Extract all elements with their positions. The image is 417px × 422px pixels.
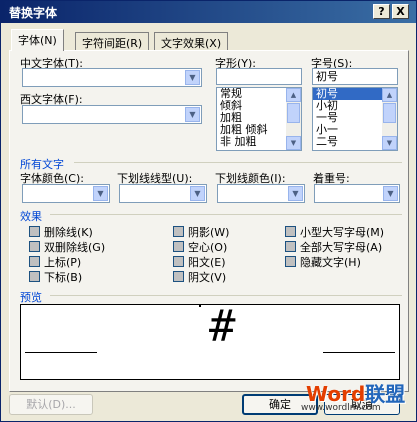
chevron-down-icon[interactable]: ▼ bbox=[185, 107, 200, 122]
preview-mark bbox=[199, 305, 201, 307]
scroll-down-icon[interactable]: ▼ bbox=[382, 136, 397, 150]
all-caps-label: 全部大写字母(A) bbox=[300, 241, 383, 254]
outline-checkbox[interactable] bbox=[173, 241, 184, 252]
shadow-label: 阴影(W) bbox=[188, 226, 230, 239]
font-size-scrollbar[interactable]: ▲ ▼ bbox=[382, 88, 397, 150]
preview-box: # bbox=[20, 301, 400, 380]
tab-text-effects[interactable]: 文字效果(X) bbox=[154, 32, 229, 50]
chevron-down-icon[interactable]: ▼ bbox=[288, 186, 303, 201]
section-divider bbox=[50, 295, 402, 296]
watermark-url: www.wordlm.com bbox=[301, 403, 381, 413]
close-button[interactable]: X bbox=[392, 4, 409, 19]
engrave-checkbox[interactable] bbox=[173, 271, 184, 282]
font-size-input[interactable]: 初号 bbox=[312, 68, 398, 85]
default-button[interactable]: 默认(D)... bbox=[9, 394, 93, 415]
subscript-label: 下标(B) bbox=[44, 271, 83, 284]
font-size-list[interactable]: 初号 小初 一号 小一 二号 ▲ ▼ bbox=[312, 87, 398, 151]
font-replace-dialog: 替换字体 ? X 字体(N) 字符间距(R) 文字效果(X) 中文字体(T): … bbox=[0, 0, 417, 422]
preview-sample-text: # bbox=[209, 301, 236, 352]
small-caps-checkbox[interactable] bbox=[285, 226, 296, 237]
chinese-font-combo[interactable]: ▼ bbox=[22, 68, 202, 87]
section-divider bbox=[50, 214, 402, 215]
scroll-up-icon[interactable]: ▲ bbox=[382, 88, 397, 102]
preview-baseline-left bbox=[25, 352, 97, 353]
subscript-checkbox[interactable] bbox=[29, 271, 40, 282]
shadow-checkbox[interactable] bbox=[173, 226, 184, 237]
scroll-thumb[interactable] bbox=[287, 103, 300, 123]
emphasis-mark-combo[interactable]: ▼ bbox=[314, 184, 400, 203]
superscript-checkbox[interactable] bbox=[29, 256, 40, 267]
strikethrough-label: 删除线(K) bbox=[44, 226, 93, 239]
dialog-title: 替换字体 bbox=[9, 6, 58, 20]
help-button[interactable]: ? bbox=[373, 4, 390, 19]
font-tab-panel: 中文字体(T): ▼ 字形(Y): 常规 倾斜 加粗 加粗 倾斜 非 加粗 ▲ … bbox=[9, 50, 409, 392]
effects-section-label: 效果 bbox=[20, 210, 42, 223]
western-font-combo[interactable]: ▼ bbox=[22, 105, 202, 124]
font-style-input[interactable] bbox=[216, 68, 302, 85]
font-style-scrollbar[interactable]: ▲ ▼ bbox=[286, 88, 301, 150]
preview-section-label: 预览 bbox=[20, 291, 42, 304]
font-style-list[interactable]: 常规 倾斜 加粗 加粗 倾斜 非 加粗 ▲ ▼ bbox=[216, 87, 302, 151]
emboss-checkbox[interactable] bbox=[173, 256, 184, 267]
double-strikethrough-checkbox[interactable] bbox=[29, 241, 40, 252]
small-caps-label: 小型大写字母(M) bbox=[300, 226, 385, 239]
underline-color-combo[interactable]: ▼ bbox=[217, 184, 305, 203]
superscript-label: 上标(P) bbox=[44, 256, 82, 269]
underline-style-combo[interactable]: ▼ bbox=[119, 184, 207, 203]
section-divider bbox=[74, 162, 402, 163]
hidden-text-label: 隐藏文字(H) bbox=[300, 256, 361, 269]
scroll-down-icon[interactable]: ▼ bbox=[286, 136, 301, 150]
chevron-down-icon[interactable]: ▼ bbox=[190, 186, 205, 201]
scroll-thumb[interactable] bbox=[383, 103, 396, 123]
dialog-body: 字体(N) 字符间距(R) 文字效果(X) 中文字体(T): ▼ 字形(Y): … bbox=[5, 28, 412, 415]
engrave-label: 阴文(V) bbox=[188, 271, 227, 284]
title-bar[interactable]: 替换字体 ? X bbox=[1, 1, 416, 23]
chevron-down-icon[interactable]: ▼ bbox=[383, 186, 398, 201]
hidden-text-checkbox[interactable] bbox=[285, 256, 296, 267]
chevron-down-icon[interactable]: ▼ bbox=[93, 186, 108, 201]
font-color-combo[interactable]: ▼ bbox=[22, 184, 110, 203]
outline-label: 空心(O) bbox=[188, 241, 228, 254]
tab-font[interactable]: 字体(N) bbox=[11, 29, 64, 51]
chevron-down-icon[interactable]: ▼ bbox=[185, 70, 200, 85]
all-caps-checkbox[interactable] bbox=[285, 241, 296, 252]
scroll-up-icon[interactable]: ▲ bbox=[286, 88, 301, 102]
preview-baseline-right bbox=[323, 352, 395, 353]
tab-character-spacing[interactable]: 字符间距(R) bbox=[75, 32, 150, 50]
emboss-label: 阳文(E) bbox=[188, 256, 226, 269]
double-strikethrough-label: 双删除线(G) bbox=[44, 241, 106, 254]
strikethrough-checkbox[interactable] bbox=[29, 226, 40, 237]
